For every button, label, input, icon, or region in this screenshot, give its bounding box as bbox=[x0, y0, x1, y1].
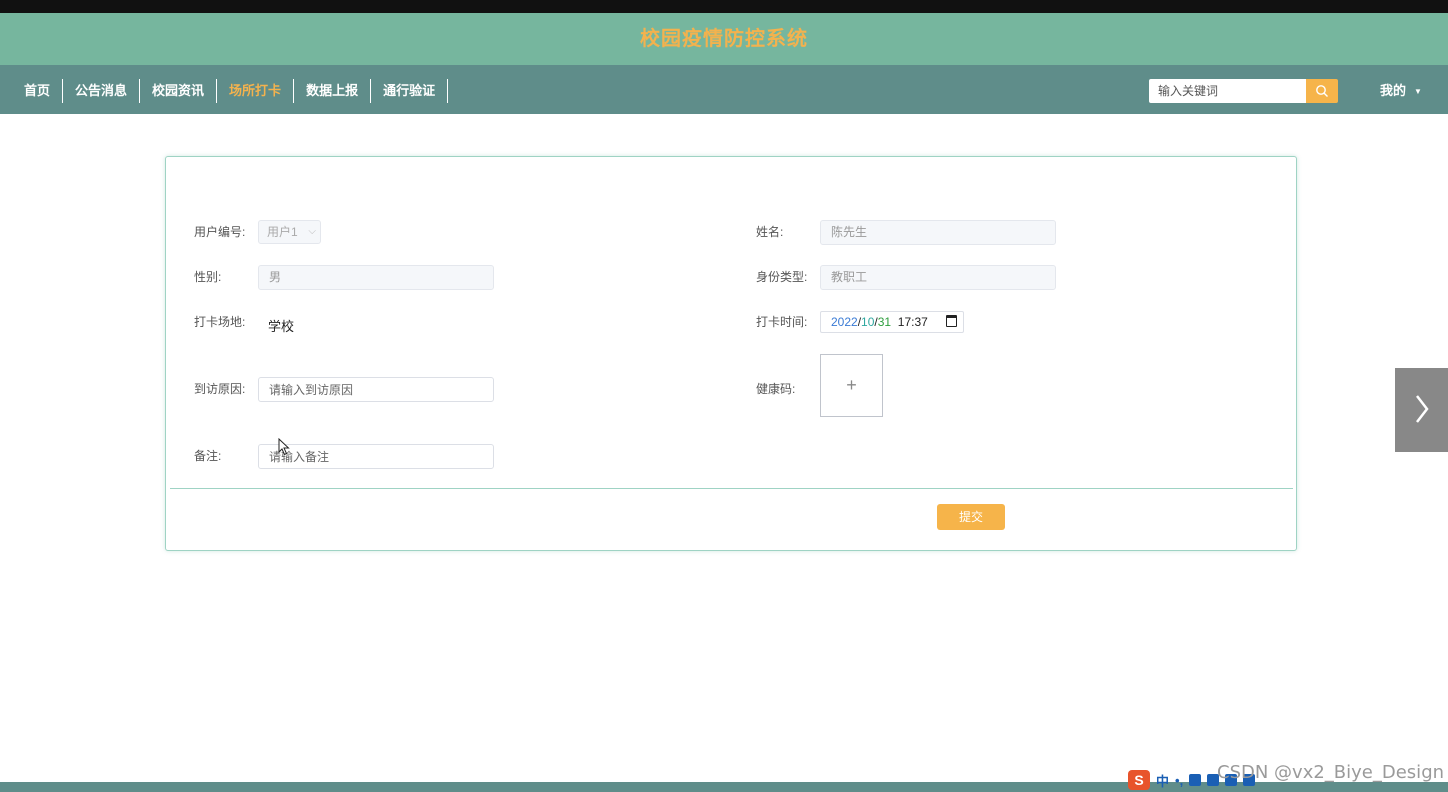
date-month: 10 bbox=[861, 315, 875, 329]
calendar-icon[interactable] bbox=[946, 315, 957, 327]
visit-reason-label: 到访原因: bbox=[194, 382, 246, 396]
checkin-form: 用户编号: 用户1 ⌵ 姓名: 陈先生 性别: 男 身份类型: 教职工 打卡场地… bbox=[165, 156, 1297, 551]
date-year: 2022 bbox=[831, 315, 858, 329]
user-id-value: 用户1 bbox=[267, 225, 298, 239]
my-account-menu[interactable]: 我的 ▼ bbox=[1380, 79, 1422, 103]
user-id-select[interactable]: 用户1 ⌵ bbox=[258, 220, 321, 244]
my-account-label: 我的 bbox=[1380, 83, 1407, 98]
nav-item-data-report[interactable]: 数据上报 bbox=[294, 79, 372, 103]
remark-label: 备注: bbox=[194, 449, 222, 463]
mouse-cursor-icon bbox=[278, 438, 290, 456]
nav-item-announcements[interactable]: 公告消息 bbox=[63, 79, 141, 103]
chevron-right-icon bbox=[1416, 395, 1429, 423]
nav-menu: 首页 公告消息 校园资讯 场所打卡 数据上报 通行验证 bbox=[12, 79, 449, 103]
app-title: 校园疫情防控系统 bbox=[0, 13, 1448, 65]
time-value: 17:37 bbox=[897, 315, 928, 329]
health-code-label: 健康码: bbox=[756, 382, 796, 396]
date-day: 31 bbox=[877, 315, 892, 329]
identity-type-label: 身份类型: bbox=[756, 270, 808, 284]
health-code-upload[interactable]: + bbox=[820, 354, 883, 417]
form-divider bbox=[170, 488, 1293, 489]
microphone-icon[interactable] bbox=[1189, 774, 1202, 786]
name-field[interactable]: 陈先生 bbox=[820, 220, 1056, 245]
next-page-button[interactable] bbox=[1395, 368, 1448, 452]
window-top-strip bbox=[0, 0, 1448, 13]
sogou-logo-icon: S bbox=[1128, 770, 1150, 790]
visit-reason-input[interactable] bbox=[258, 377, 494, 402]
main-navbar: 首页 公告消息 校园资讯 场所打卡 数据上报 通行验证 我的 ▼ bbox=[0, 65, 1448, 114]
csdn-watermark: CSDN @vx2_Biye_Design bbox=[1217, 762, 1445, 783]
name-label: 姓名: bbox=[756, 225, 784, 239]
checkin-place-value: 学校 bbox=[268, 319, 295, 334]
nav-item-venue-checkin[interactable]: 场所打卡 bbox=[217, 79, 295, 103]
ime-punct-indicator[interactable]: •, bbox=[1175, 773, 1183, 788]
chevron-down-icon: ⌵ bbox=[308, 226, 316, 237]
remark-input[interactable] bbox=[258, 444, 494, 469]
plus-icon: + bbox=[846, 375, 857, 395]
nav-item-campus-news[interactable]: 校园资讯 bbox=[140, 79, 218, 103]
search-icon bbox=[1316, 85, 1328, 97]
gender-field[interactable]: 男 bbox=[258, 265, 494, 290]
nav-item-pass-verification[interactable]: 通行验证 bbox=[371, 79, 449, 103]
identity-type-field[interactable]: 教职工 bbox=[820, 265, 1056, 290]
nav-item-home[interactable]: 首页 bbox=[12, 79, 64, 103]
user-id-label: 用户编号: bbox=[194, 225, 246, 239]
search-button[interactable] bbox=[1306, 79, 1338, 103]
checkin-time-input[interactable]: 2022/10/31 17:37 bbox=[820, 311, 964, 333]
ime-mode-indicator[interactable]: 中 bbox=[1156, 771, 1169, 790]
submit-button[interactable]: 提交 bbox=[937, 504, 1005, 530]
gender-label: 性别: bbox=[194, 270, 222, 284]
search-input[interactable] bbox=[1149, 79, 1306, 103]
checkin-place-label: 打卡场地: bbox=[194, 315, 246, 329]
checkin-time-label: 打卡时间: bbox=[756, 315, 808, 329]
caret-down-icon: ▼ bbox=[1414, 87, 1422, 96]
